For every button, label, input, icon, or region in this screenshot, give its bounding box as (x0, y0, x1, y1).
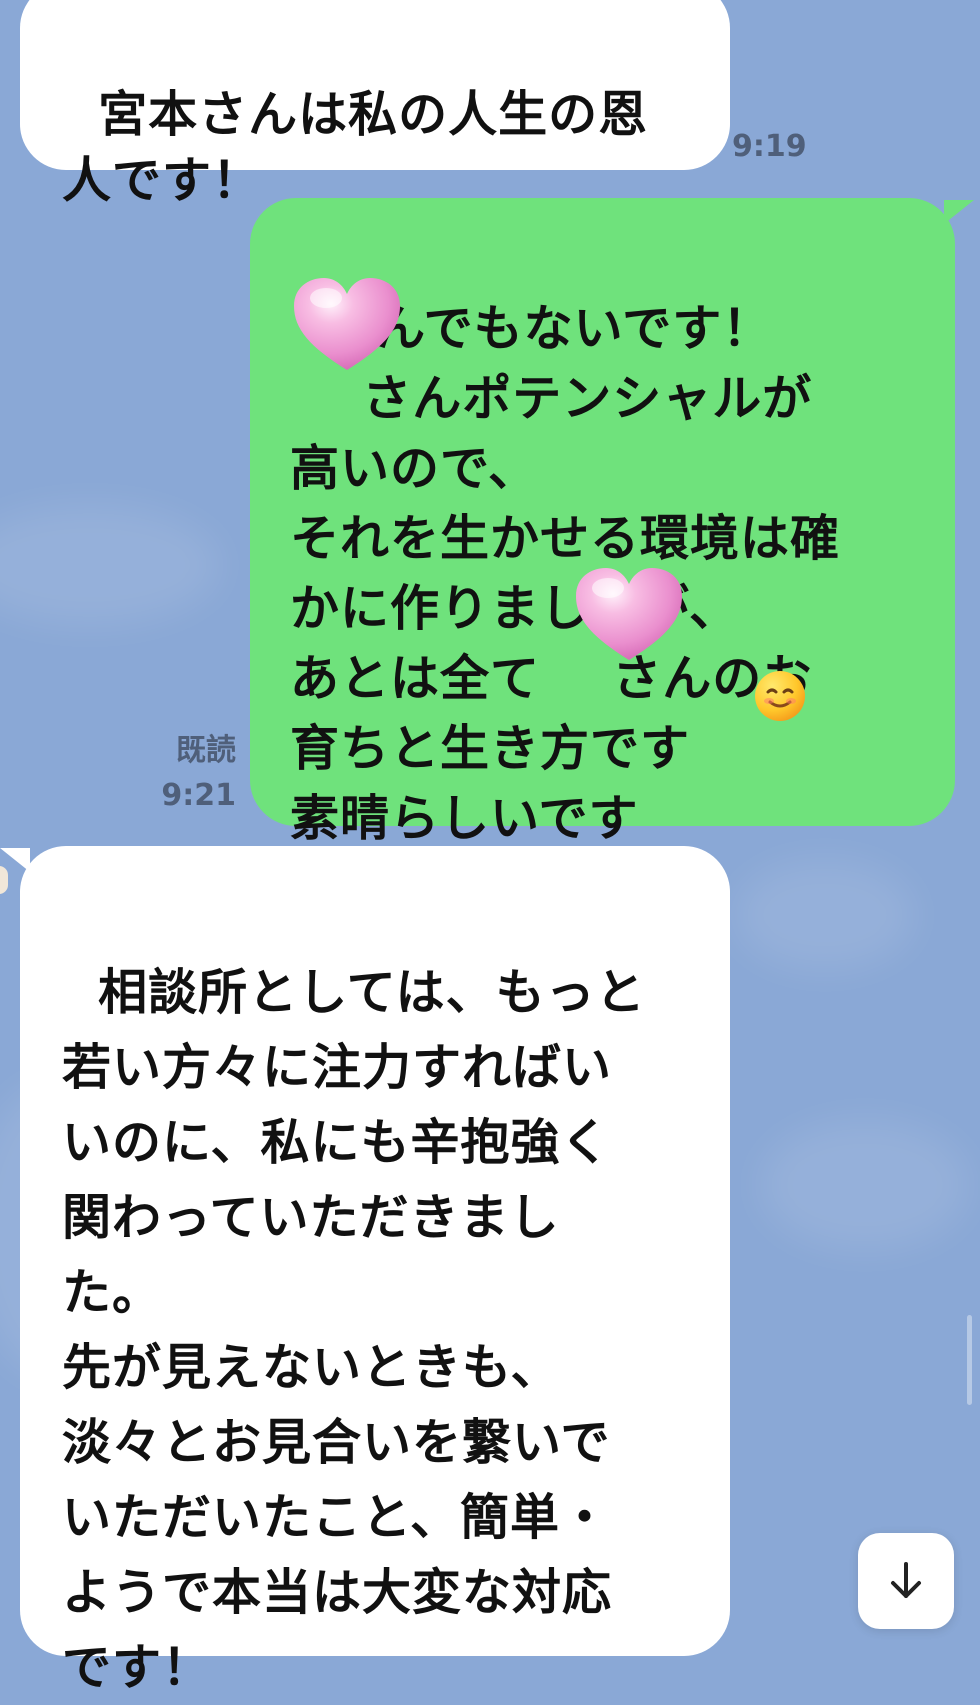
heart-sticker-icon (568, 560, 690, 670)
message-time: 9:21 (161, 778, 236, 813)
background-cloud (735, 860, 915, 970)
message-tail (944, 200, 974, 224)
background-cloud (760, 1120, 970, 1250)
message-tail (0, 848, 30, 872)
incoming-message[interactable]: 宮本さんは私の人生の恩 人です！ (20, 0, 730, 209)
smiling-face-icon (752, 668, 808, 724)
heart-sticker-icon (286, 270, 408, 380)
scrollbar[interactable] (967, 1315, 972, 1405)
scroll-to-bottom-button[interactable] (858, 1533, 954, 1629)
arrow-down-icon (891, 1562, 921, 1598)
message-text: とんでもないです！ さんポテンシャルが 高いので、 それを生かせる環境は確 かに… (290, 300, 841, 847)
read-receipt: 既読 (176, 733, 236, 768)
message-text: 相談所としては、もっと 若い方々に注力すればい いのに、私にも辛抱強く 関わって… (62, 964, 646, 1696)
message-time: 9:19 (732, 129, 807, 164)
background-cloud (0, 505, 220, 625)
message-text: 宮本さんは私の人生の恩 人です！ (62, 86, 649, 209)
incoming-message[interactable]: 相談所としては、もっと 若い方々に注力すればい いのに、私にも辛抱強く 関わって… (20, 846, 730, 1696)
